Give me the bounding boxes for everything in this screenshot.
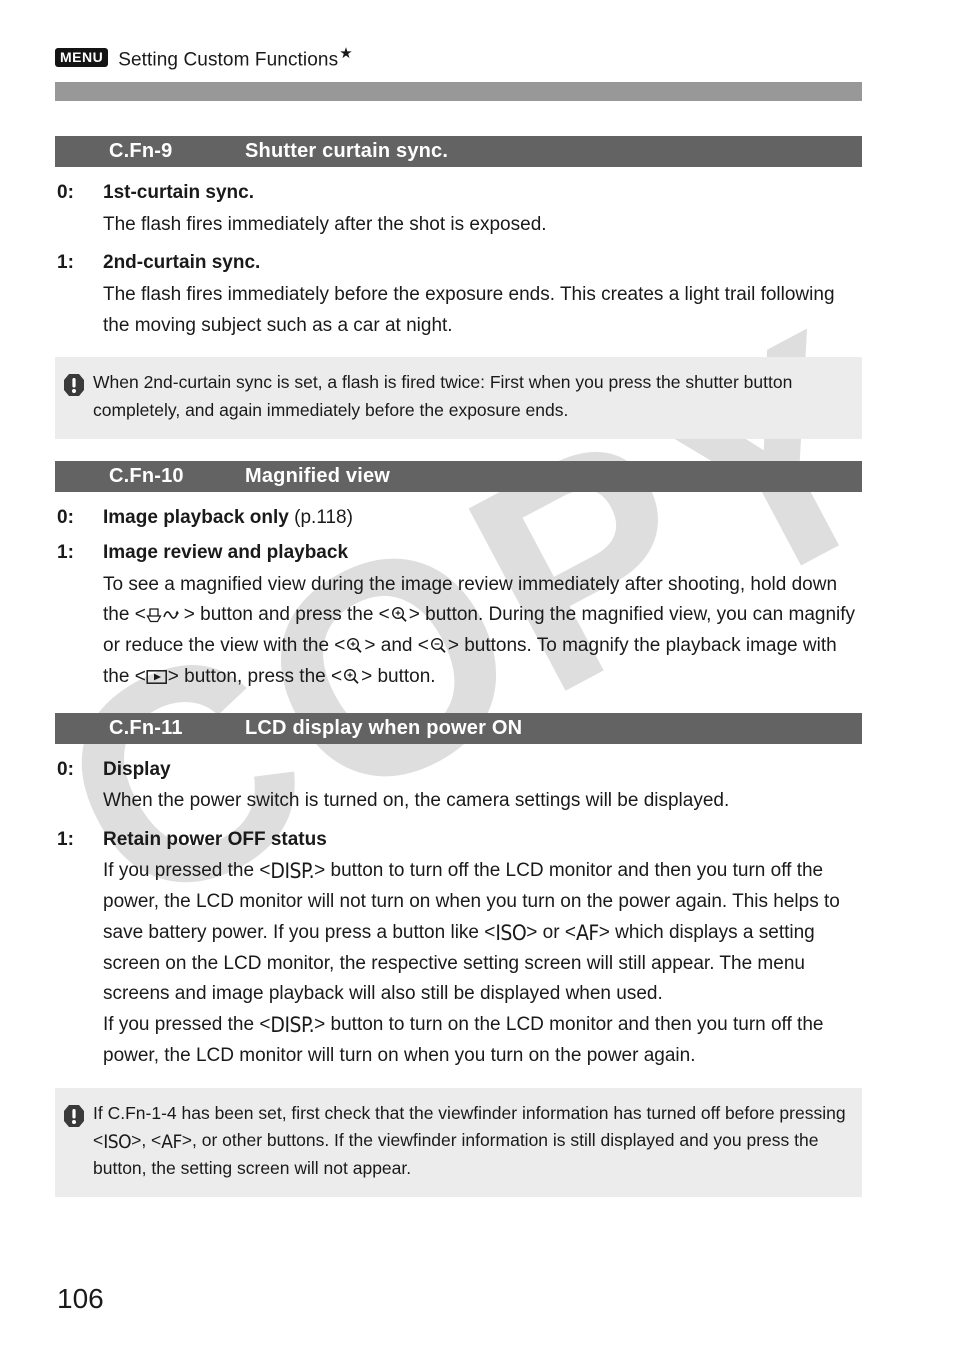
option-description: To see a magnified view during the image… [103, 570, 862, 693]
caution-note-cfn11: If C.Fn-1-4 has been set, first check th… [55, 1087, 862, 1197]
options-cfn10: 0: Image playback only (p.118) 1: Image … [55, 492, 862, 693]
text-run: If you pressed the < [103, 1014, 271, 1036]
option-number: 1: [57, 828, 74, 850]
caution-icon [63, 369, 93, 402]
magnify-minus-icon [429, 637, 448, 654]
print-share-icon [146, 606, 184, 623]
section-id: C.Fn-11 [109, 716, 183, 739]
page-number: 106 [57, 1283, 104, 1314]
section-title: LCD display when power ON [245, 716, 523, 739]
option-label: 2nd-curtain sync. [103, 252, 261, 274]
page-reference: (p.118) [294, 506, 353, 528]
section-id: C.Fn-9 [109, 140, 173, 162]
af-button-glyph: AF [575, 920, 599, 945]
magnify-plus-icon [345, 637, 364, 654]
option-label: Display [103, 758, 171, 780]
option-description: When the power switch is turned on, the … [103, 790, 730, 812]
option-row: 1: 2nd-curtain sync. [55, 249, 862, 278]
option-row: 0: 1st-curtain sync. [55, 179, 862, 208]
caution-text: When 2nd-curtain sync is set, a flash is… [93, 372, 793, 420]
option-row: 0: Image playback only (p.118) [55, 504, 862, 533]
option-label: 1st-curtain sync. [103, 182, 254, 203]
option-row: 1: Retain power OFF status [55, 826, 862, 855]
iso-button-glyph: ISO [495, 920, 527, 945]
section-header-cfn11: C.Fn-11 LCD display when power ON [55, 712, 862, 744]
text-run: > button and press the < [183, 604, 390, 626]
playback-icon [146, 669, 168, 685]
option-number: 0: [57, 506, 74, 528]
menu-badge: MENU [55, 48, 109, 68]
text-run: > or < [526, 921, 576, 943]
option-row: 0: Display [55, 756, 862, 785]
magnify-plus-icon [342, 668, 361, 685]
text-run: > button. [361, 665, 436, 687]
caution-note-cfn9: When 2nd-curtain sync is set, a flash is… [55, 357, 862, 439]
text-run: > and < [364, 635, 429, 657]
option-number: 1: [57, 542, 74, 564]
options-cfn11: 0: Display When the power switch is turn… [55, 744, 862, 1072]
page-title: Setting Custom Functions★ [118, 45, 353, 71]
section-header-cfn10: C.Fn-10 Magnified view [55, 460, 862, 492]
option-description: If you pressed the <DISP.> button to tur… [103, 856, 862, 1071]
caution-text: If C.Fn-1-4 has been set, first check th… [93, 1100, 846, 1183]
iso-button-glyph: ISO [103, 1131, 132, 1154]
content-column: C.Fn-9 Shutter curtain sync. 0: 1st-curt… [55, 136, 862, 1197]
option-number: 0: [57, 182, 74, 203]
section-title: Shutter curtain sync. [245, 140, 449, 162]
caution-icon [63, 1100, 93, 1133]
options-cfn9: 0: 1st-curtain sync. The flash fires imm… [55, 167, 862, 341]
section-id: C.Fn-10 [109, 464, 184, 487]
text-run: >, or other buttons. If the viewfinder i… [93, 1130, 819, 1179]
option-description: The flash fires immediately before the e… [103, 283, 835, 336]
running-header: MENU Setting Custom Functions★ [55, 44, 353, 71]
af-button-glyph: AF [161, 1131, 182, 1154]
option-row: 1: Image review and playback [55, 539, 862, 568]
option-label: Image review and playback [103, 542, 349, 564]
text-run: > button, press the < [167, 665, 343, 687]
option-number: 0: [57, 758, 74, 780]
magnify-plus-icon [390, 606, 409, 623]
disp-button-glyph: DISP. [270, 1013, 315, 1038]
option-label: Image playback only (p.118) [103, 506, 353, 528]
text-run: If you pressed the < [103, 860, 271, 882]
header-divider [55, 82, 862, 101]
disp-button-glyph: DISP. [270, 859, 315, 884]
option-description: The flash fires immediately after the sh… [103, 213, 547, 235]
section-header-cfn9: C.Fn-9 Shutter curtain sync. [55, 136, 862, 167]
title-star: ★ [339, 45, 353, 62]
text-run: >, < [131, 1130, 162, 1151]
option-number: 1: [57, 252, 74, 274]
section-title: Magnified view [245, 464, 391, 487]
option-label: Retain power OFF status [103, 828, 327, 850]
